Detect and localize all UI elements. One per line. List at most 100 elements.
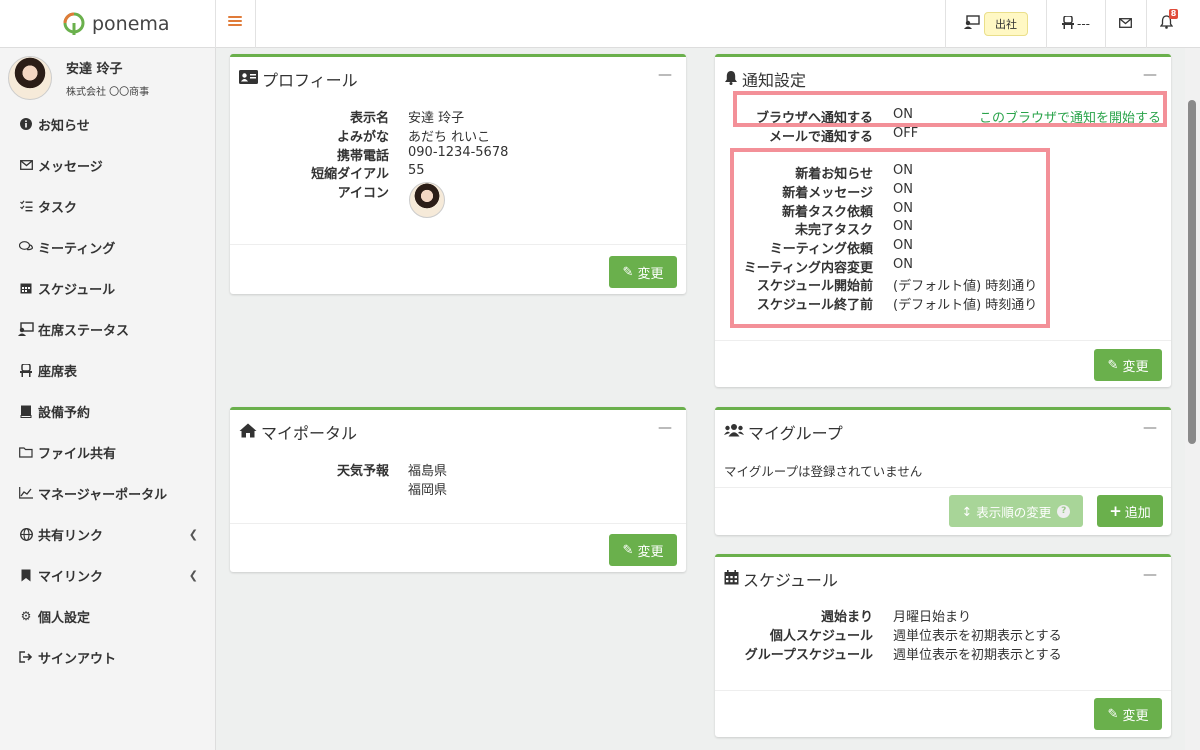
group-empty-message: マイグループは登録されていません <box>724 464 923 479</box>
sidebar-item-presence[interactable]: 在席ステータス <box>18 319 204 339</box>
presence-icon <box>18 321 34 337</box>
sidebar-item-signout[interactable]: サインアウト <box>18 647 204 667</box>
sidebar: 安達 玲子 株式会社 〇〇商事 お知らせ メッセージ タスク ミーティング スケ… <box>0 48 216 750</box>
edit-icon: ✎ <box>622 542 634 558</box>
schedule-value-group: 週単位表示を初期表示とする <box>893 648 1062 663</box>
calendar-icon <box>18 280 34 296</box>
sidebar-item-label: マイリンク <box>38 569 104 585</box>
sidebar-item-label: 座席表 <box>38 364 78 380</box>
profile-label-icon: アイコン <box>337 186 389 201</box>
page-scrollbar[interactable] <box>1185 48 1200 750</box>
button-label: 変更 <box>637 544 664 560</box>
button-label: 追加 <box>1124 505 1151 521</box>
seat-label: --- <box>1077 17 1090 31</box>
sidebar-item-files[interactable]: ファイル共有 <box>18 442 204 462</box>
card-title-text: スケジュール <box>743 571 838 590</box>
profile-label-mobile: 携帯電話 <box>336 149 389 164</box>
my-portal-card: マイポータル — 天気予報 福島県 福岡県 ✎ 変更 <box>230 407 686 572</box>
avatar <box>8 56 52 100</box>
sidebar-item-my-links[interactable]: マイリンク ❮ <box>18 565 204 585</box>
weather-label: 天気予報 <box>336 464 389 479</box>
schedule-card: スケジュール — 週始まり 月曜日始まり 個人スケジュール 週単位表示を初期表示… <box>715 554 1171 737</box>
card-title-text: マイポータル <box>261 424 358 443</box>
notification-edit-button[interactable]: ✎ 変更 <box>1094 349 1162 381</box>
notify-mail-value: OFF <box>893 126 919 141</box>
sidebar-item-tasks[interactable]: タスク <box>18 196 204 216</box>
schedule-label-week-start: 週始まり <box>820 610 873 625</box>
add-group-button[interactable]: + 追加 <box>1097 495 1163 527</box>
sidebar-item-news[interactable]: お知らせ <box>18 114 204 134</box>
button-label: 変更 <box>1122 359 1149 375</box>
collapse-schedule-button[interactable]: — <box>1143 567 1157 583</box>
top-header: ponema 出社 --- 8 <box>0 0 1200 48</box>
notify-mail-label: メールで通知する <box>768 130 873 145</box>
globe-icon <box>18 526 34 542</box>
profile-edit-button[interactable]: ✎ 変更 <box>609 256 677 288</box>
sidebar-item-seating[interactable]: 座席表 <box>18 360 204 380</box>
profile-avatar <box>409 182 445 218</box>
chevron-left-icon: ❮ <box>188 527 198 541</box>
sidebar-item-label: ミーティング <box>38 241 116 257</box>
weather-value: 福岡県 <box>408 483 448 498</box>
collapse-group-button[interactable]: — <box>1143 420 1157 436</box>
folder-icon <box>18 444 34 460</box>
bookmark-icon <box>18 567 34 583</box>
mail-button[interactable] <box>1110 0 1140 48</box>
profile-value-display-name: 安達 玲子 <box>408 111 465 126</box>
sidebar-item-facility[interactable]: 設備予約 <box>18 401 204 421</box>
user-info[interactable]: 安達 玲子 株式会社 〇〇商事 <box>8 56 149 100</box>
collapse-notification-button[interactable]: — <box>1143 67 1157 83</box>
user-company: 株式会社 〇〇商事 <box>66 87 150 98</box>
sort-icon: ↕ <box>961 503 973 519</box>
portal-edit-button[interactable]: ✎ 変更 <box>609 534 677 566</box>
menu-toggle-button[interactable] <box>228 14 242 28</box>
tasks-icon <box>18 198 34 214</box>
sidebar-item-messages[interactable]: メッセージ <box>18 155 204 175</box>
schedule-card-title: スケジュール <box>724 567 838 591</box>
collapse-portal-button[interactable]: — <box>658 420 672 436</box>
my-group-card-title: マイグループ <box>724 420 843 444</box>
sidebar-item-label: 共有リンク <box>38 528 104 544</box>
user-name: 安達 玲子 <box>66 62 123 77</box>
logo-mark-icon <box>62 12 86 36</box>
sidebar-item-manager-portal[interactable]: マネージャーポータル <box>18 483 204 503</box>
logo[interactable]: ponema <box>62 10 170 38</box>
sidebar-item-label: サインアウト <box>38 651 117 667</box>
gear-icon: ⚙ <box>20 609 32 623</box>
profile-card: プロフィール — 表示名 安達 玲子 よみがな あだち れいこ 携帯電話 090… <box>230 54 686 294</box>
info-icon <box>18 116 34 132</box>
seat-icon <box>1062 14 1074 33</box>
mail-icon <box>1118 17 1132 32</box>
reorder-button[interactable]: ↕ 表示順の変更 ? <box>949 495 1083 527</box>
seat-button[interactable]: --- <box>1055 0 1097 48</box>
sidebar-item-settings[interactable]: ⚙ 個人設定 <box>18 606 204 626</box>
collapse-profile-button[interactable]: — <box>658 67 672 83</box>
profile-label-reading: よみがな <box>336 130 389 145</box>
sidebar-item-label: スケジュール <box>38 282 116 298</box>
schedule-label-personal: 個人スケジュール <box>769 629 873 644</box>
attendance-status-button[interactable]: 出社 <box>956 0 1036 48</box>
sidebar-item-label: 在席ステータス <box>38 323 130 339</box>
sidebar-item-label: メッセージ <box>38 159 103 175</box>
profile-value-mobile: 090-1234-5678 <box>408 145 509 160</box>
edit-icon: ✎ <box>1107 357 1119 373</box>
profile-card-title: プロフィール <box>239 67 358 91</box>
sidebar-item-meetings[interactable]: ミーティング <box>18 237 204 257</box>
card-title-text: プロフィール <box>262 71 358 90</box>
chevron-left-icon: ❮ <box>188 568 198 582</box>
edit-icon: ✎ <box>622 264 634 280</box>
sidebar-item-label: 設備予約 <box>38 405 91 421</box>
envelope-icon <box>18 157 34 173</box>
sidebar-item-label: 個人設定 <box>38 610 91 626</box>
schedule-edit-button[interactable]: ✎ 変更 <box>1094 698 1162 730</box>
highlight-box-browser-notify <box>733 91 1167 127</box>
profile-value-reading: あだち れいこ <box>408 130 491 145</box>
schedule-label-group: グループスケジュール <box>744 648 873 663</box>
sidebar-item-schedule[interactable]: スケジュール <box>18 278 204 298</box>
sidebar-item-shared-links[interactable]: 共有リンク ❮ <box>18 524 204 544</box>
notifications-button[interactable] <box>1152 0 1180 48</box>
chart-icon <box>18 485 34 501</box>
users-icon <box>724 423 744 441</box>
weather-value: 福島県 <box>408 464 448 479</box>
scrollbar-thumb[interactable] <box>1188 100 1196 444</box>
